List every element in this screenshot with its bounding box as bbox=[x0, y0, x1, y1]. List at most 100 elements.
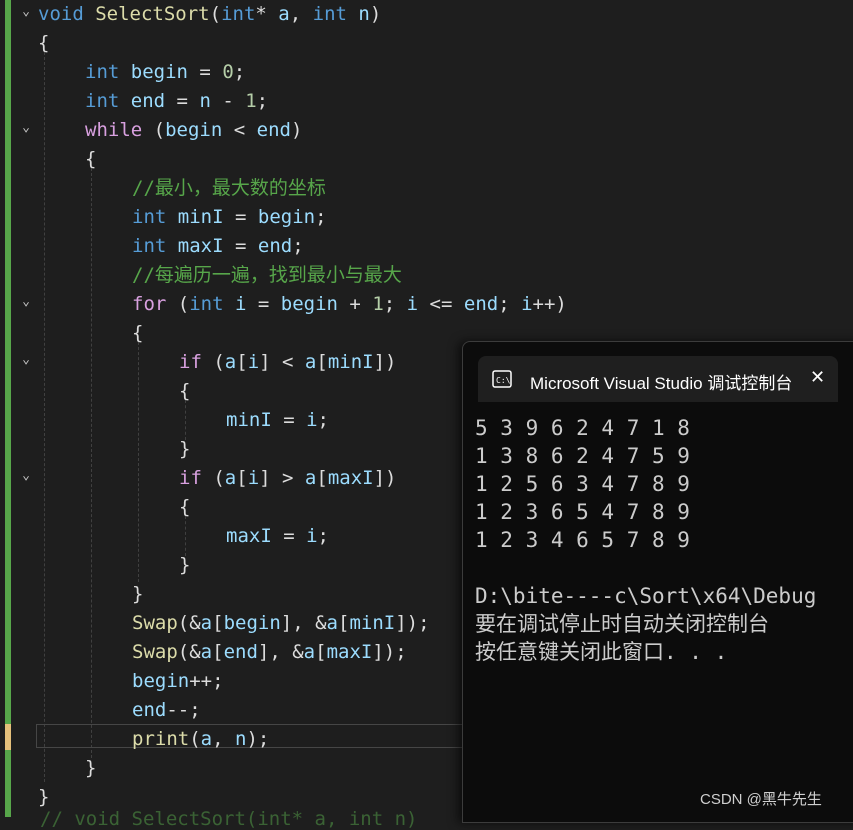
code-token: end bbox=[463, 293, 499, 315]
code-token: , bbox=[212, 728, 235, 750]
code-token: { bbox=[85, 148, 97, 170]
code-token: SelectSort bbox=[95, 3, 210, 25]
code-token: { bbox=[179, 496, 191, 518]
code-token: print bbox=[132, 728, 190, 750]
code-token: = bbox=[187, 61, 223, 83]
code-line: int end = n - 1; bbox=[85, 87, 268, 116]
code-line: } bbox=[132, 580, 143, 609]
console-output-line: 1 2 3 6 5 4 7 8 9 bbox=[475, 500, 690, 524]
code-line: if (a[i] > a[maxI]) bbox=[179, 464, 396, 493]
code-token: if bbox=[179, 467, 202, 489]
code-token: ( bbox=[189, 728, 201, 750]
change-indicator-bar bbox=[5, 0, 11, 817]
code-token: ( bbox=[142, 119, 166, 141]
code-token: ) bbox=[369, 3, 382, 25]
code-token: Swap bbox=[132, 641, 178, 663]
code-token: ( bbox=[201, 351, 225, 373]
code-token: ; bbox=[383, 293, 407, 315]
code-token: i bbox=[406, 293, 419, 315]
code-token: i bbox=[247, 467, 260, 489]
code-token: begin bbox=[280, 293, 338, 315]
code-token: ) bbox=[290, 119, 303, 141]
code-token: a bbox=[200, 641, 213, 663]
code-token: minI bbox=[226, 409, 272, 431]
code-line: end--; bbox=[132, 696, 201, 725]
code-token: void bbox=[38, 3, 84, 25]
code-token: a bbox=[200, 728, 213, 750]
fold-toggle-icon[interactable]: ⌄ bbox=[18, 4, 34, 20]
code-token: //每遍历一遍，找到最小与最大 bbox=[132, 264, 402, 286]
console-output-line: 1 2 5 6 3 4 7 8 9 bbox=[475, 472, 690, 496]
fold-toggle-icon[interactable]: ⌄ bbox=[18, 352, 34, 368]
code-token: = bbox=[223, 206, 258, 228]
close-icon[interactable]: ✕ bbox=[810, 368, 825, 388]
code-token: ]) bbox=[373, 351, 397, 373]
code-token: a bbox=[224, 467, 237, 489]
debug-console-window[interactable]: C:\ Microsoft Visual Studio 调试控制台 ✕ 5 3 … bbox=[462, 341, 853, 823]
code-token: ++; bbox=[189, 670, 224, 692]
code-token: ]) bbox=[373, 467, 397, 489]
code-token: end bbox=[223, 641, 258, 663]
code-token: ; bbox=[315, 206, 327, 228]
code-token: [ bbox=[315, 641, 327, 663]
code-line: int begin = 0; bbox=[85, 58, 245, 87]
code-token: ; bbox=[498, 293, 522, 315]
code-token: [ bbox=[212, 612, 224, 634]
code-token: begin bbox=[223, 612, 281, 634]
code-line: } bbox=[179, 551, 190, 580]
code-token: int bbox=[132, 235, 167, 257]
code-token: end bbox=[130, 90, 166, 112]
fold-toggle-icon[interactable]: ⌄ bbox=[18, 294, 34, 310]
code-token: [ bbox=[337, 612, 350, 634]
terminal-icon: C:\ bbox=[492, 370, 512, 388]
fold-toggle-icon[interactable]: ⌄ bbox=[18, 468, 34, 484]
code-token: (& bbox=[177, 641, 201, 663]
code-token: = bbox=[223, 235, 258, 257]
code-token: ; bbox=[256, 90, 269, 112]
code-token: ], & bbox=[257, 641, 304, 663]
code-token: { bbox=[38, 32, 50, 54]
code-token: = bbox=[271, 409, 307, 431]
code-line: for (int i = begin + 1; i <= end; i++) bbox=[132, 290, 567, 319]
code-token: = bbox=[246, 293, 281, 315]
code-token: for bbox=[132, 293, 167, 315]
code-line: maxI = i; bbox=[226, 522, 329, 551]
indent-guide bbox=[91, 168, 92, 758]
code-token: maxI bbox=[326, 641, 373, 663]
code-token: ); bbox=[246, 728, 270, 750]
code-token: ] > bbox=[259, 467, 305, 489]
code-token: ]); bbox=[372, 641, 407, 663]
code-token: (& bbox=[177, 612, 201, 634]
code-token: ]); bbox=[395, 612, 430, 634]
code-line-partial: // void SelectSort(int* a, int n) bbox=[40, 808, 418, 830]
code-token: a bbox=[224, 351, 237, 373]
code-line: begin++; bbox=[132, 667, 224, 696]
code-token: int bbox=[85, 90, 120, 112]
code-token: begin bbox=[257, 206, 316, 228]
code-token: minI bbox=[327, 351, 374, 373]
code-line: print(a, n); bbox=[132, 725, 269, 754]
code-token: Swap bbox=[132, 612, 178, 634]
code-token: a bbox=[200, 612, 213, 634]
fold-toggle-icon[interactable]: ⌄ bbox=[18, 120, 34, 136]
code-token: int bbox=[189, 293, 224, 315]
code-token: { bbox=[179, 380, 191, 402]
code-token: [ bbox=[236, 467, 248, 489]
indent-guide bbox=[185, 516, 186, 556]
code-token: n bbox=[199, 90, 211, 112]
code-token: maxI bbox=[327, 467, 374, 489]
code-token: = bbox=[271, 525, 307, 547]
code-token: a bbox=[278, 3, 290, 25]
console-title-bar[interactable]: C:\ Microsoft Visual Studio 调试控制台 ✕ bbox=[478, 356, 838, 402]
code-token: ( bbox=[166, 293, 190, 315]
code-token: + bbox=[337, 293, 373, 315]
code-token: - bbox=[210, 90, 246, 112]
console-output-line: 1 2 3 4 6 5 7 8 9 bbox=[475, 528, 690, 552]
code-token: a bbox=[303, 641, 316, 663]
code-token: while bbox=[85, 119, 143, 141]
code-token: } bbox=[85, 757, 97, 779]
code-line: { bbox=[38, 29, 49, 58]
console-output-line: 要在调试停止时自动关闭控制台 bbox=[475, 612, 769, 636]
